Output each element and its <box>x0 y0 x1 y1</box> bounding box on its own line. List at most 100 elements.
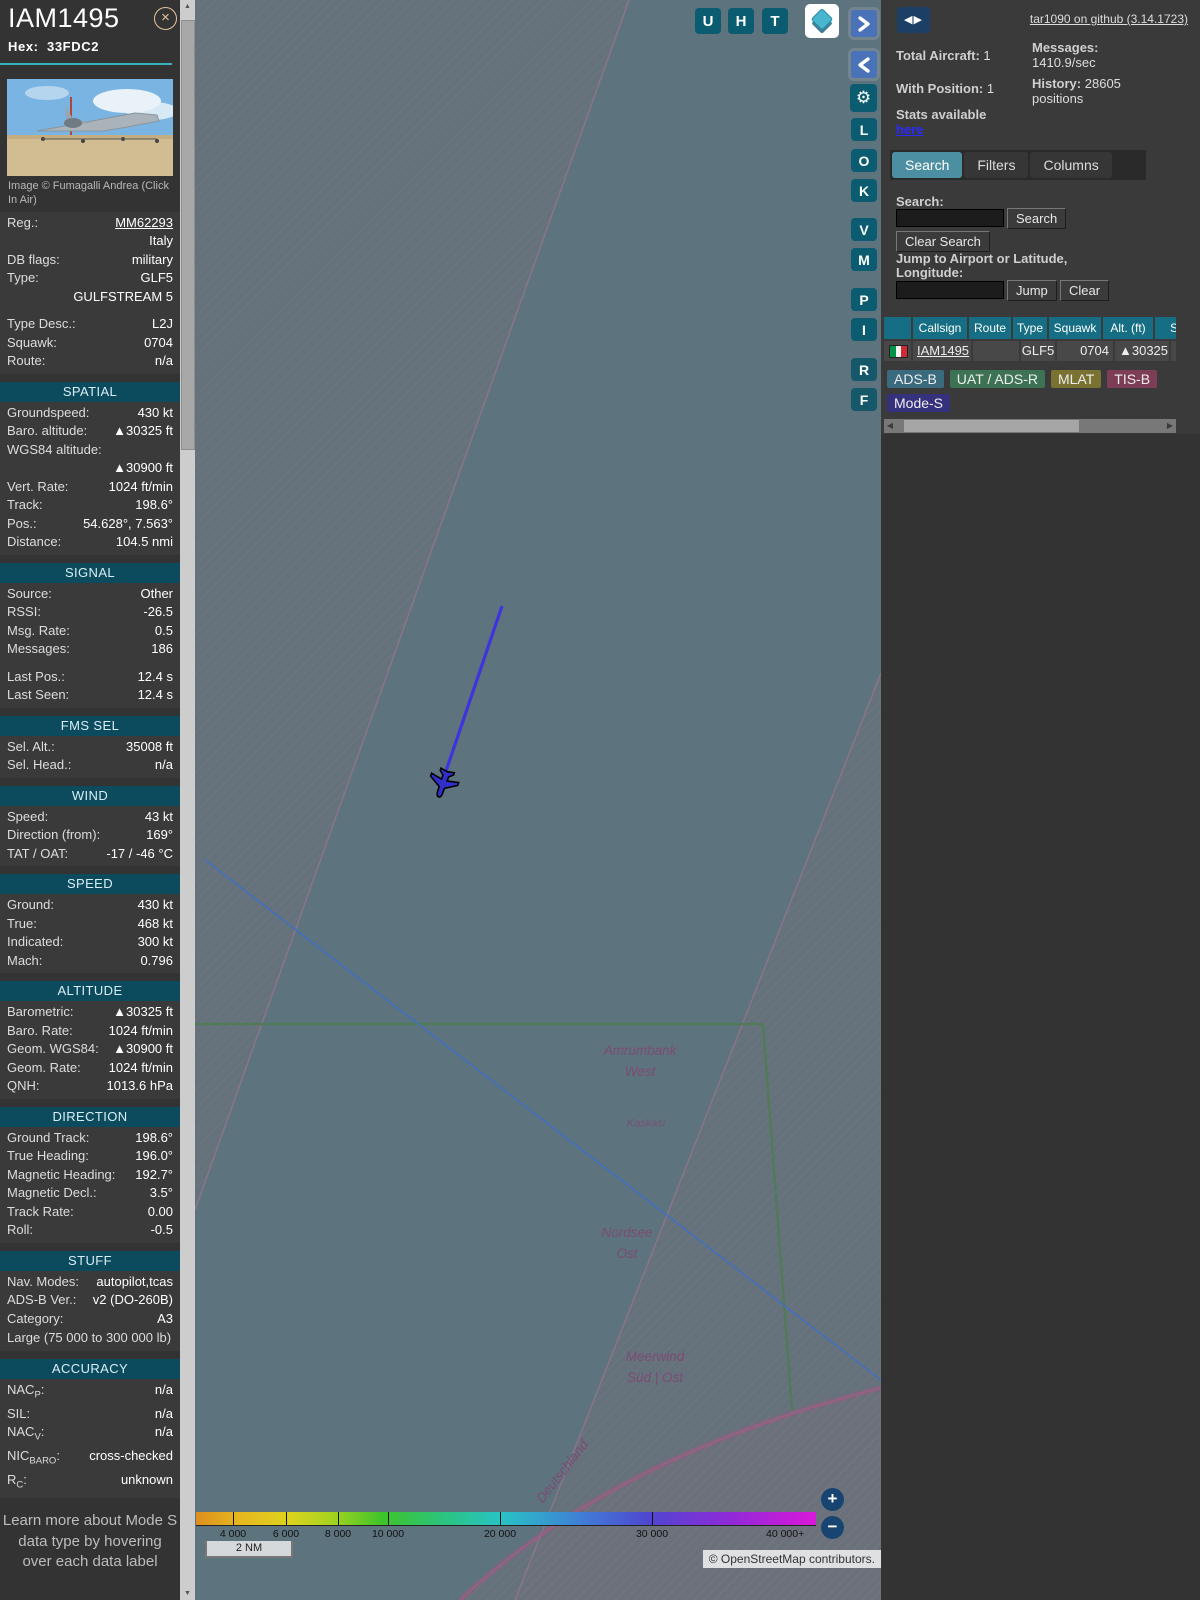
jump-button[interactable]: Jump <box>1007 280 1057 301</box>
aircraft-trail <box>443 605 504 775</box>
hotkey-button-H[interactable]: H <box>728 8 754 34</box>
column-header-Alt. (ft)[interactable]: Alt. (ft) <box>1103 317 1153 339</box>
clear-search-button[interactable]: Clear Search <box>896 231 990 252</box>
section-header-wind: WIND <box>0 785 180 806</box>
badge-mlat: MLAT <box>1050 370 1102 388</box>
row-value: 3.5° <box>149 1185 173 1201</box>
column-header-Sp[interactable]: Sp <box>1155 317 1176 339</box>
row-value: v2 (DO-260B) <box>92 1292 173 1308</box>
altitude-tick <box>388 1512 389 1525</box>
row-value: 1024 ft/min <box>108 1022 173 1038</box>
toggle-button-I[interactable]: I <box>851 318 877 341</box>
toggle-button-K[interactable]: K <box>851 179 877 202</box>
map-attribution[interactable]: © OpenStreetMap contributors. <box>702 1550 881 1568</box>
hotkey-button-T[interactable]: T <box>762 8 788 34</box>
row-label: Ground: <box>7 897 54 913</box>
toggle-button-L[interactable]: L <box>851 118 877 141</box>
table-horizontal-scrollbar[interactable]: ◀ ▶ <box>884 419 1176 433</box>
scroll-up-icon[interactable]: ▲ <box>180 3 195 10</box>
data-row: TAT / OAT: -17 / -46 °C <box>0 845 180 864</box>
row-value: autopilot,tcas <box>96 1273 173 1289</box>
scrollbar-thumb[interactable] <box>181 20 195 450</box>
jump-input[interactable] <box>896 281 1004 299</box>
settings-button[interactable]: ⚙ <box>850 84 877 112</box>
row-label: NICBARO: <box>7 1448 60 1467</box>
column-header-Type[interactable]: Type <box>1013 317 1047 339</box>
row-label: Mach: <box>7 952 43 968</box>
clear-jump-button[interactable]: Clear <box>1060 280 1110 301</box>
toggle-button-R[interactable]: R <box>851 358 877 381</box>
toggle-button-P[interactable]: P <box>851 288 877 311</box>
data-row: Ground: 430 kt <box>0 896 180 915</box>
scroll-down-icon[interactable]: ▼ <box>180 1590 195 1597</box>
column-header-Squawk[interactable]: Squawk <box>1049 317 1101 339</box>
altitude-tick <box>286 1512 287 1525</box>
row-value: ▲30325 ft <box>113 1004 173 1020</box>
layer-switcher-icon[interactable] <box>805 4 839 38</box>
row-value: 169° <box>146 827 173 843</box>
close-icon[interactable]: × <box>154 7 177 30</box>
data-row: Indicated: 300 kt <box>0 933 180 952</box>
row-value: GULFSTREAM 5 <box>73 288 173 304</box>
zoom-out-button[interactable]: − <box>821 1516 844 1539</box>
section-header-altitude: ALTITUDE <box>0 981 180 1002</box>
row-label: Magnetic Heading: <box>7 1166 116 1182</box>
data-row: Direction (from): 169° <box>0 826 180 845</box>
callsign-link[interactable]: IAM1495 <box>917 343 969 358</box>
sidebar-scrollbar[interactable]: ▲ ▼ <box>180 0 195 1600</box>
panel-expand-button[interactable] <box>848 7 880 40</box>
aircraft-marker[interactable] <box>425 766 461 802</box>
scroll-right-icon[interactable]: ▶ <box>1164 419 1176 433</box>
row-label: DB flags: <box>7 251 60 267</box>
column-header-Route[interactable]: Route <box>969 317 1011 339</box>
row-value: 1013.6 hPa <box>106 1078 173 1094</box>
hotkey-button-U[interactable]: U <box>695 8 721 34</box>
toggle-button-O[interactable]: O <box>851 149 877 172</box>
scroll-left-icon[interactable]: ◀ <box>884 419 896 433</box>
row-value: Other <box>140 585 173 601</box>
tab-columns[interactable]: Columns <box>1030 152 1112 178</box>
aircraft-table-row[interactable]: IAM1495 GLF5 0704 ▲30325 <box>884 341 1176 361</box>
column-header-Callsign[interactable]: Callsign <box>913 317 967 339</box>
toggle-button-F[interactable]: F <box>851 388 877 411</box>
detail-sections: SPATIAL Groundspeed: 430 kt Baro. altitude:… <box>0 381 180 1499</box>
section-rows: Sel. Alt.: 35008 ft Sel. Head.: n/a <box>0 735 180 778</box>
panel-collapse-button[interactable] <box>848 48 880 81</box>
row-value: n/a <box>154 353 173 369</box>
column-header-flag[interactable] <box>884 317 911 339</box>
row-value: GLF5 <box>140 270 173 286</box>
row-value: 196.0° <box>135 1148 173 1164</box>
data-row: Last Pos.: 12.4 s <box>0 668 180 687</box>
row-value: -17 / -46 °C <box>106 845 173 861</box>
toggle-button-V[interactable]: V <box>851 218 877 241</box>
hscroll-thumb[interactable] <box>904 420 1079 432</box>
row-label: Last Seen: <box>7 687 70 703</box>
row-value: -26.5 <box>143 604 173 620</box>
stats-here-link[interactable]: here <box>896 122 923 137</box>
tab-filters[interactable]: Filters <box>964 152 1029 178</box>
gear-icon: ⚙ <box>855 88 872 107</box>
map-canvas[interactable]: Amrumbank West Kaskasi Nordsee Ost Meerwind… <box>195 0 881 1600</box>
row-label: Geom. Rate: <box>7 1059 81 1075</box>
panel-width-toggle[interactable]: ◀▶ <box>897 7 930 33</box>
toggle-button-M[interactable]: M <box>851 248 877 271</box>
section-rows: Ground: 430 kt True: 468 kt Indicated: 300 kt… <box>0 894 180 974</box>
data-row: Msg. Rate: 0.5 <box>0 622 180 641</box>
row-label: Speed: <box>7 808 49 824</box>
resize-arrows-icon: ◀▶ <box>904 14 923 26</box>
row-value: military <box>131 251 173 267</box>
row-label: Type: <box>7 270 39 286</box>
registration-link[interactable]: MM62293 <box>42 214 173 233</box>
search-input[interactable] <box>896 209 1004 227</box>
zoom-in-button[interactable]: + <box>821 1488 844 1511</box>
data-row: Magnetic Decl.: 3.5° <box>0 1184 180 1203</box>
search-button[interactable]: Search <box>1007 208 1067 229</box>
row-value: 300 kt <box>137 934 173 950</box>
aircraft-photo[interactable] <box>7 79 173 176</box>
data-row: Track Rate: 0.00 <box>0 1203 180 1222</box>
badge-mode-s: Mode-S <box>887 394 951 412</box>
tab-search[interactable]: Search <box>892 152 963 178</box>
github-version-link[interactable]: tar1090 on github (3.14.1723) <box>1030 12 1188 26</box>
cell-callsign[interactable]: IAM1495 <box>913 341 971 361</box>
map-label-amrumbank: Amrumbank West <box>603 1043 677 1079</box>
